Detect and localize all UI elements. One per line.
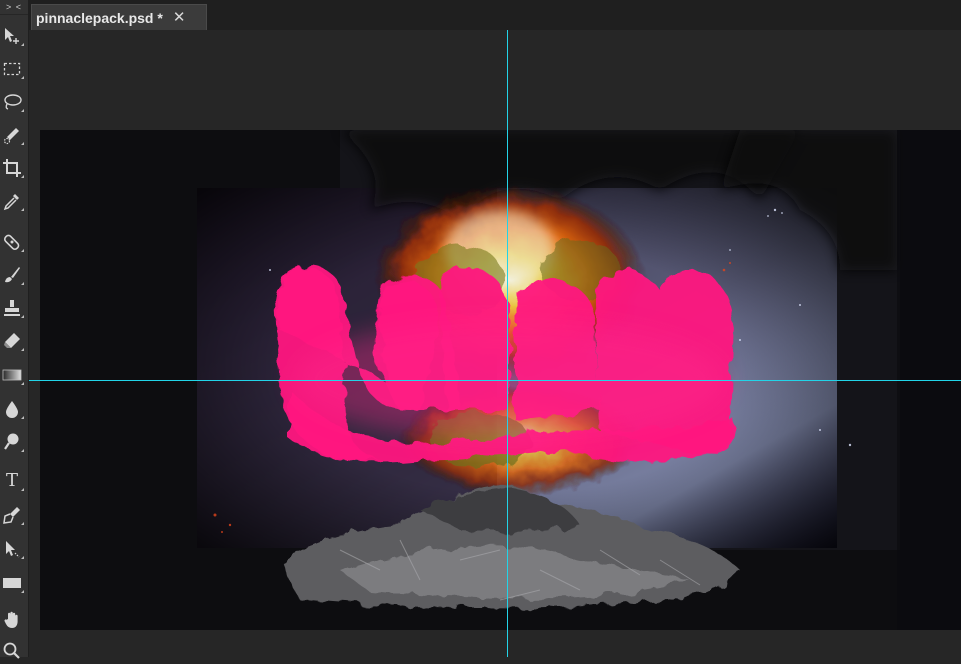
healing-brush-tool[interactable]	[0, 229, 24, 255]
hand-icon	[4, 611, 18, 628]
collapse-panel-toggle[interactable]: > <	[0, 0, 28, 15]
brush-tool[interactable]	[0, 262, 24, 288]
quick-selection-icon	[3, 128, 19, 145]
rectangle-icon	[3, 578, 21, 588]
pen-icon	[3, 507, 20, 524]
stamp-icon	[4, 300, 20, 316]
eyedropper-icon	[3, 194, 19, 211]
horizontal-guide[interactable]	[29, 380, 961, 381]
document-tab-bar: pinnaclepack.psd * ✕	[29, 0, 961, 30]
eraser-icon	[4, 333, 20, 348]
close-icon[interactable]: ✕	[173, 10, 186, 25]
gradient-tool[interactable]	[0, 362, 24, 388]
quick-selection-tool[interactable]	[0, 122, 24, 148]
brush-icon	[5, 267, 20, 283]
crop-icon	[3, 159, 21, 177]
blur-tool[interactable]	[0, 396, 24, 422]
lasso-tool[interactable]	[0, 89, 24, 115]
zoom-tool[interactable]	[0, 638, 24, 664]
type-tool[interactable]: T	[0, 468, 24, 494]
crop-tool[interactable]	[0, 155, 24, 181]
lasso-icon	[4, 94, 22, 110]
tools-panel: > < T	[0, 0, 29, 659]
eyedropper-tool[interactable]	[0, 188, 24, 214]
path-selection-tool[interactable]	[0, 536, 24, 562]
dodge-tool[interactable]	[0, 429, 24, 455]
marquee-tool[interactable]	[0, 56, 24, 82]
dodge-icon	[4, 433, 19, 450]
move-icon	[5, 28, 19, 44]
rectangle-tool[interactable]	[0, 570, 24, 596]
hand-tool[interactable]	[0, 607, 24, 633]
bandage-icon	[3, 234, 20, 251]
gradient-icon	[2, 369, 22, 381]
path-selection-icon	[6, 541, 20, 558]
document-tab-title: pinnaclepack.psd *	[36, 9, 163, 26]
eraser-tool[interactable]	[0, 328, 24, 354]
marquee-icon	[3, 62, 21, 76]
vertical-guide[interactable]	[507, 30, 508, 657]
move-tool[interactable]	[0, 23, 24, 49]
pen-tool[interactable]	[0, 502, 24, 528]
clone-stamp-tool[interactable]	[0, 295, 24, 321]
document-tab[interactable]: pinnaclepack.psd * ✕	[31, 4, 207, 30]
drop-icon	[6, 401, 18, 418]
type-icon: T	[5, 470, 18, 491]
zoom-icon	[3, 642, 20, 659]
